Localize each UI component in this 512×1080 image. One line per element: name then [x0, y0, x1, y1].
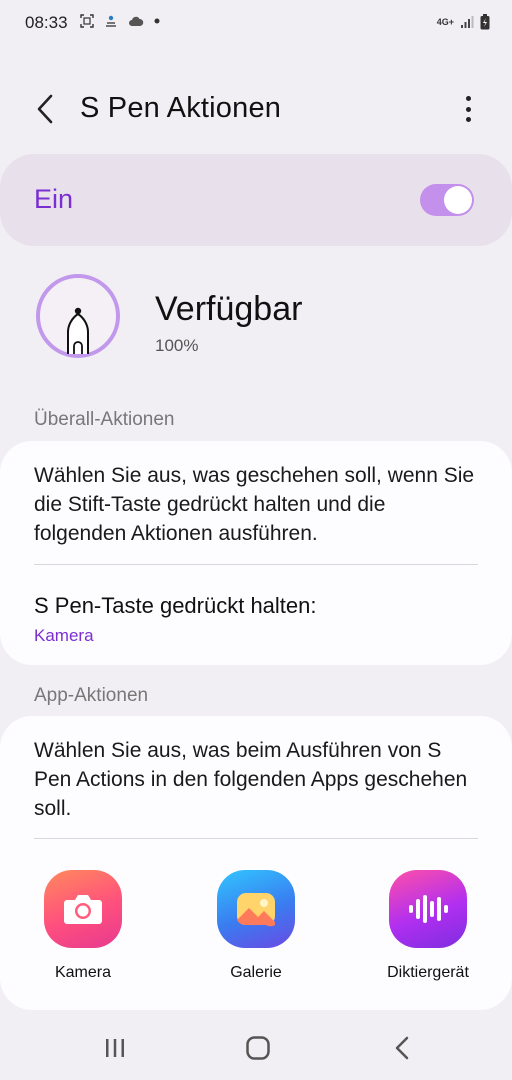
home-button[interactable]: [238, 1028, 278, 1068]
recents-icon: [106, 1039, 124, 1057]
app-item-gallery[interactable]: Galerie: [196, 870, 316, 982]
voice-recorder-icon: [389, 870, 467, 948]
system-icons: 4G+: [437, 14, 490, 30]
anywhere-actions-header: Überall-Aktionen: [34, 409, 175, 430]
more-options-icon: [465, 96, 471, 101]
master-switch-label: Ein: [34, 184, 74, 214]
app-actions-description: Wählen Sie aus, was beim Ausführen von S…: [34, 739, 468, 820]
gallery-icon: [217, 870, 295, 948]
recents-button[interactable]: [95, 1028, 135, 1068]
person-upload-icon: [106, 15, 116, 27]
back-button[interactable]: [30, 92, 60, 126]
hold-button-value: Kamera: [34, 626, 94, 645]
status-time: 08:33: [25, 13, 68, 32]
s-pen-icon: [67, 307, 89, 354]
home-icon: [246, 1036, 270, 1060]
camera-icon: [44, 870, 122, 948]
master-switch-card[interactable]: Ein: [0, 154, 512, 246]
anywhere-actions-description: Wählen Sie aus, was geschehen soll, wenn…: [34, 464, 475, 545]
back-icon: [395, 1036, 409, 1060]
signal-icon: [461, 16, 474, 28]
app-label: Galerie: [230, 964, 282, 981]
app-label: Kamera: [54, 964, 112, 981]
divider: [34, 838, 478, 839]
pen-status-text: Verfügbar: [155, 290, 303, 328]
app-label: Diktiergerät: [387, 964, 469, 981]
app-actions-card: Wählen Sie aus, was beim Ausführen von S…: [0, 716, 512, 1010]
app-actions-header: App-Aktionen: [34, 685, 149, 706]
back-nav-button[interactable]: [382, 1028, 422, 1068]
app-bar: S Pen Aktionen: [0, 80, 512, 140]
back-arrow-icon: [37, 94, 53, 124]
cloud-icon: [129, 16, 144, 26]
more-options-button[interactable]: [458, 94, 478, 124]
hold-button-title: S Pen-Taste gedrückt halten:: [34, 593, 317, 618]
app-item-voice-recorder[interactable]: Diktiergerät: [368, 870, 488, 982]
master-toggle[interactable]: [420, 184, 474, 216]
hold-button-setting[interactable]: S Pen-Taste gedrückt halten: Kamera: [0, 565, 512, 665]
status-bar: 08:33 4G+: [0, 0, 512, 48]
anywhere-actions-card: Wählen Sie aus, was geschehen soll, wenn…: [0, 441, 512, 665]
screenshot-icon: [80, 14, 94, 28]
app-item-camera[interactable]: Kamera: [23, 870, 143, 982]
dot-icon: [154, 18, 160, 24]
toggle-knob: [444, 186, 472, 214]
network-type-icon: 4G+: [436, 17, 454, 27]
pen-circle: [36, 274, 120, 358]
navigation-bar: [0, 1010, 512, 1080]
pen-status-section: Verfügbar 100%: [0, 270, 512, 370]
notification-icons: [80, 14, 160, 28]
pen-battery-level: 100%: [155, 336, 199, 355]
battery-charging-icon: [480, 14, 490, 30]
page-title: S Pen Aktionen: [80, 92, 282, 124]
